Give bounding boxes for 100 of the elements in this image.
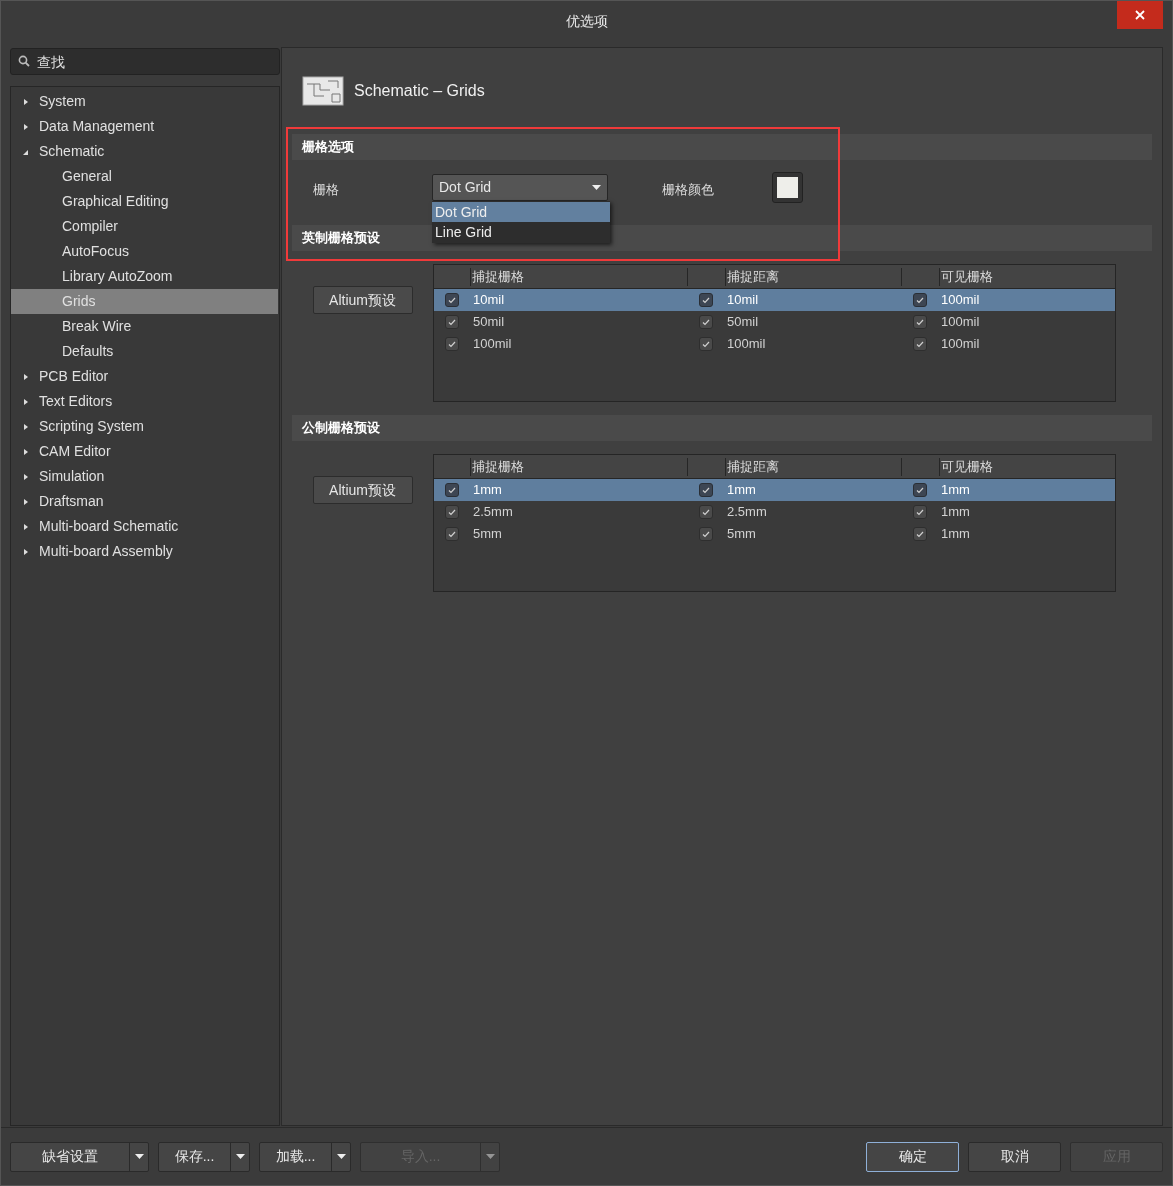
caret-right-icon[interactable] <box>23 122 29 131</box>
table-cell-text: 5mm <box>727 525 756 544</box>
checkbox[interactable] <box>445 527 459 541</box>
table-cell-text: 100mil <box>727 335 766 354</box>
checkbox[interactable] <box>913 483 927 497</box>
caret-right-icon[interactable] <box>23 397 29 406</box>
checkmark-icon <box>702 530 710 538</box>
dropdown-option[interactable]: Dot Grid <box>432 202 610 222</box>
tree-item[interactable]: Compiler <box>11 214 278 239</box>
checkbox[interactable] <box>699 505 713 519</box>
dialog-button[interactable]: 取消 <box>968 1141 1061 1172</box>
caret-right-icon[interactable] <box>23 547 29 556</box>
table-cell-text: 50mil <box>473 313 505 332</box>
tree-item[interactable]: CAM Editor <box>11 439 278 464</box>
table-cell-text: 100mil <box>941 335 980 354</box>
checkbox[interactable] <box>699 293 713 307</box>
checkbox[interactable] <box>913 315 927 329</box>
close-button[interactable] <box>1117 1 1163 29</box>
caret-right-icon[interactable] <box>23 97 29 106</box>
checkbox[interactable] <box>445 483 459 497</box>
caret-right-icon[interactable] <box>23 422 29 431</box>
tree-item[interactable]: Data Management <box>11 114 278 139</box>
table-row[interactable]: 50mil 50mil 100mil <box>434 311 1115 333</box>
preset-button[interactable]: Altium预设 <box>312 286 413 314</box>
checkbox[interactable] <box>913 527 927 541</box>
caret-right-icon[interactable] <box>23 497 29 506</box>
table-cell-text: 1mm <box>727 481 756 500</box>
column-header: 捕捉栅格 <box>471 457 524 476</box>
checkmark-icon <box>916 530 924 538</box>
caret-right-icon[interactable] <box>23 472 29 481</box>
table-cell-text: 5mm <box>473 525 502 544</box>
tree-item[interactable]: Simulation <box>11 464 278 489</box>
split-button[interactable]: 加载... <box>259 1141 351 1172</box>
checkbox[interactable] <box>699 527 713 541</box>
table-cell-text: 1mm <box>473 481 502 500</box>
tree-item[interactable]: General <box>11 164 278 189</box>
table-row[interactable]: 2.5mm 2.5mm 1mm <box>434 501 1115 523</box>
checkbox[interactable] <box>913 505 927 519</box>
tree-item[interactable]: Text Editors <box>11 389 278 414</box>
table-row[interactable]: 1mm 1mm 1mm <box>434 479 1115 501</box>
checkbox[interactable] <box>699 337 713 351</box>
checkbox[interactable] <box>913 337 927 351</box>
checkmark-icon <box>916 508 924 516</box>
table-row[interactable]: 10mil 10mil 100mil <box>434 289 1115 311</box>
caret-down-icon <box>336 1154 346 1159</box>
caret-down-icon <box>485 1154 495 1159</box>
preset-button[interactable]: Altium预设 <box>312 476 413 504</box>
column-header: 捕捉距离 <box>726 457 779 476</box>
tree-item[interactable]: Multi-board Assembly <box>11 539 278 564</box>
checkbox[interactable] <box>913 293 927 307</box>
dropdown-option[interactable]: Line Grid <box>432 222 610 242</box>
caret-down-icon <box>134 1154 144 1159</box>
checkmark-icon <box>916 486 924 494</box>
tree-item[interactable]: Multi-board Schematic <box>11 514 278 539</box>
search-icon <box>18 55 30 67</box>
checkbox[interactable] <box>699 315 713 329</box>
table-cell-text: 1mm <box>941 503 970 522</box>
tree-item[interactable]: Library AutoZoom <box>11 264 278 289</box>
checkbox[interactable] <box>445 505 459 519</box>
tree-item[interactable]: Schematic <box>11 139 278 164</box>
checkbox[interactable] <box>445 337 459 351</box>
checkbox[interactable] <box>445 293 459 307</box>
tree-item[interactable]: Defaults <box>11 339 278 364</box>
checkmark-icon <box>448 530 456 538</box>
dialog-button[interactable]: 确定 <box>866 1141 959 1172</box>
checkmark-icon <box>448 508 456 516</box>
table-cell-text: 10mil <box>473 291 505 310</box>
checkmark-icon <box>916 340 924 348</box>
checkmark-icon <box>702 318 710 326</box>
table-row[interactable]: 100mil 100mil 100mil <box>434 333 1115 355</box>
grid-dropdown[interactable]: Dot Grid <box>432 174 608 201</box>
table-cell-text: 100mil <box>473 335 512 354</box>
tree-item[interactable]: Scripting System <box>11 414 278 439</box>
search-field[interactable]: 查找 <box>10 48 280 75</box>
column-header: 可见栅格 <box>940 267 993 286</box>
table-cell-text: 100mil <box>941 313 980 332</box>
table-cell-text: 50mil <box>727 313 759 332</box>
checkmark-icon <box>448 486 456 494</box>
table-row[interactable]: 5mm 5mm 1mm <box>434 523 1115 545</box>
caret-right-icon[interactable] <box>23 522 29 531</box>
tree-item[interactable]: Draftsman <box>11 489 278 514</box>
checkmark-icon <box>702 296 710 304</box>
checkbox[interactable] <box>445 315 459 329</box>
close-icon <box>1135 10 1145 20</box>
caret-down-icon <box>592 185 601 190</box>
caret-right-icon[interactable] <box>23 372 29 381</box>
window-title: 优选项 <box>565 12 608 31</box>
column-header: 可见栅格 <box>940 457 993 476</box>
tree-item[interactable]: PCB Editor <box>11 364 278 389</box>
section-header: 公制栅格预设 <box>292 415 1152 441</box>
checkmark-icon <box>702 486 710 494</box>
tree-item[interactable]: Break Wire <box>11 314 278 339</box>
split-button[interactable]: 缺省设置 <box>10 1141 149 1172</box>
tree-item[interactable]: System <box>11 89 278 114</box>
split-button[interactable]: 保存... <box>158 1141 250 1172</box>
tree-item[interactable]: AutoFocus <box>11 239 278 264</box>
checkbox[interactable] <box>699 483 713 497</box>
color-swatch[interactable] <box>772 172 803 203</box>
caret-right-icon[interactable] <box>23 447 29 456</box>
tree-item[interactable]: Graphical Editing <box>11 189 278 214</box>
